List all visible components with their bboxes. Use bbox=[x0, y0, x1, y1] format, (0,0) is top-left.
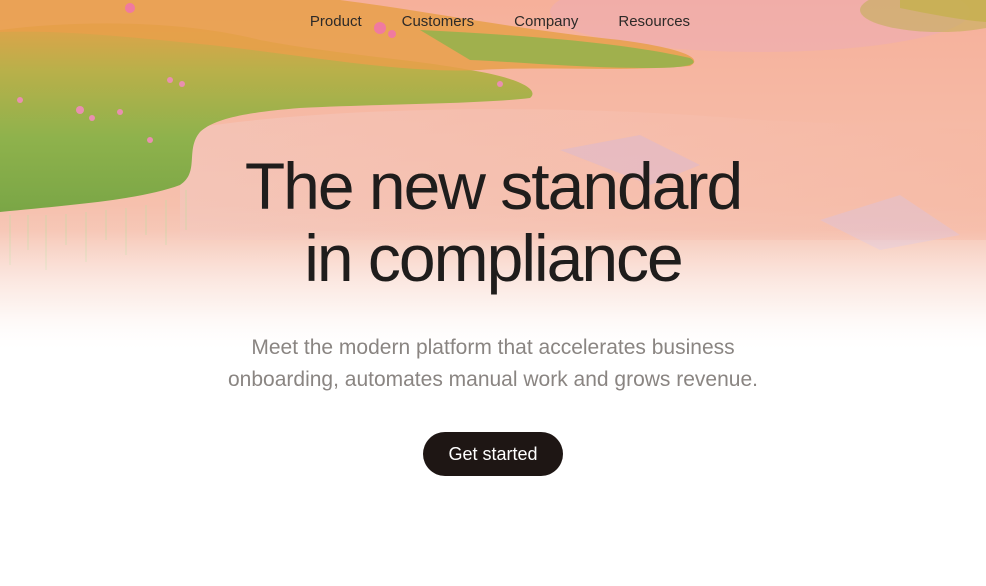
hero-subtitle-line-1: Meet the modern platform that accelerate… bbox=[251, 336, 735, 359]
get-started-button[interactable]: Get started bbox=[423, 432, 563, 476]
nav-link-company[interactable]: Company bbox=[514, 8, 578, 36]
nav-link-product[interactable]: Product bbox=[310, 8, 362, 36]
hero-title-line-1: The new standard bbox=[244, 149, 743, 223]
nav-link-customers[interactable]: Customers bbox=[402, 8, 475, 36]
hero-title: The new standard in compliance bbox=[0, 150, 986, 294]
hero-subtitle-line-2: onboarding, automates manual work and gr… bbox=[228, 368, 758, 391]
hero-title-line-2: in compliance bbox=[304, 221, 684, 295]
hero-section: The new standard in compliance Meet the … bbox=[0, 150, 986, 476]
hero-subtitle: Meet the modern platform that accelerate… bbox=[193, 332, 793, 396]
nav-link-resources[interactable]: Resources bbox=[618, 8, 690, 36]
top-navigation: Product Customers Company Resources bbox=[0, 8, 986, 36]
